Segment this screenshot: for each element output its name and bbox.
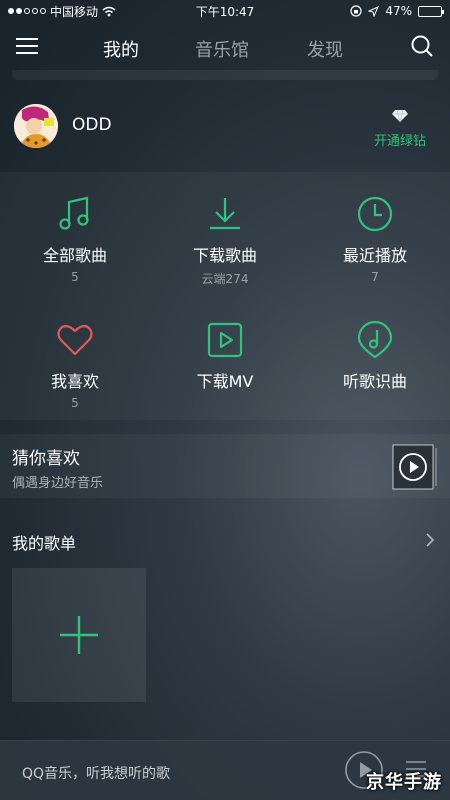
tab-music-hall[interactable]: 音乐馆: [195, 36, 249, 62]
recently-played-count: 7: [371, 270, 379, 284]
vip-button[interactable]: 开通绿钻: [370, 108, 430, 149]
battery-percent: 47%: [385, 4, 412, 18]
music-recognition-icon: [357, 320, 393, 359]
video-play-icon: [207, 322, 243, 358]
all-songs-button[interactable]: 全部歌曲 5: [0, 194, 150, 284]
recently-played-label: 最近播放: [342, 246, 407, 265]
status-right: 47%: [350, 4, 444, 18]
my-playlists-header[interactable]: 我的歌单: [0, 528, 450, 553]
song-recognition-label: 听歌识曲: [342, 372, 407, 391]
vip-label: 开通绿钻: [373, 134, 426, 149]
username: ODD: [72, 115, 112, 135]
downloaded-songs-button[interactable]: 下载歌曲 云端274: [150, 194, 300, 287]
location-icon: [368, 5, 380, 17]
download-mv-label: 下载MV: [196, 372, 254, 391]
signal-strength-icon: [8, 8, 46, 14]
diamond-icon: [392, 109, 408, 123]
cloud-count: 云端274: [201, 272, 249, 286]
battery-icon: [418, 5, 444, 17]
top-nav: 我的 音乐馆 发现: [0, 28, 450, 68]
recommendation-title: 猜你喜欢: [12, 449, 80, 469]
music-note-icon: [59, 196, 89, 230]
chevron-right-icon: [426, 533, 435, 547]
tab-discover[interactable]: 发现: [307, 36, 343, 62]
rotation-lock-icon: [350, 5, 362, 17]
wifi-icon: [102, 6, 116, 16]
recommendation-subtitle: 偶遇身边好音乐: [12, 476, 104, 491]
heart-icon: [57, 324, 93, 356]
my-playlists-title: 我的歌单: [12, 534, 77, 553]
recommendation-card[interactable]: 猜你喜欢 偶遇身边好音乐: [0, 434, 450, 498]
search-icon[interactable]: [410, 34, 434, 58]
favorites-button[interactable]: 我喜欢 5: [0, 320, 150, 410]
status-left: 中国移动: [8, 3, 116, 20]
status-bar: 中国移动 下午10:47 47%: [0, 0, 450, 22]
watermark: 京华手游: [366, 772, 442, 793]
play-circle-icon[interactable]: [392, 444, 438, 490]
all-songs-label: 全部歌曲: [42, 246, 107, 265]
player-slogan: QQ音乐，听我想听的歌: [22, 766, 171, 782]
clock-icon: [357, 196, 393, 232]
favorites-label: 我喜欢: [50, 372, 99, 391]
avatar[interactable]: [14, 104, 58, 148]
collapsed-banner-strip: [12, 70, 438, 80]
download-mv-button[interactable]: 下载MV: [150, 320, 300, 392]
song-recognition-button[interactable]: 听歌识曲: [300, 320, 450, 392]
download-icon: [210, 198, 240, 230]
carrier-name: 中国移动: [50, 4, 99, 19]
all-songs-count: 5: [71, 270, 79, 284]
profile-row: ODD 开通绿钻: [0, 100, 450, 154]
downloaded-songs-label: 下载歌曲: [192, 246, 257, 265]
create-playlist-button[interactable]: [12, 568, 146, 702]
tab-mine[interactable]: 我的: [103, 36, 139, 62]
library-grid: 全部歌曲 5 下载歌曲 云端274 最近播放 7 我喜欢 5 下载MV 听歌识曲: [0, 172, 450, 420]
plus-icon: [60, 616, 98, 654]
favorites-count: 5: [71, 396, 79, 410]
recently-played-button[interactable]: 最近播放 7: [300, 194, 450, 284]
hamburger-icon[interactable]: [16, 38, 38, 56]
